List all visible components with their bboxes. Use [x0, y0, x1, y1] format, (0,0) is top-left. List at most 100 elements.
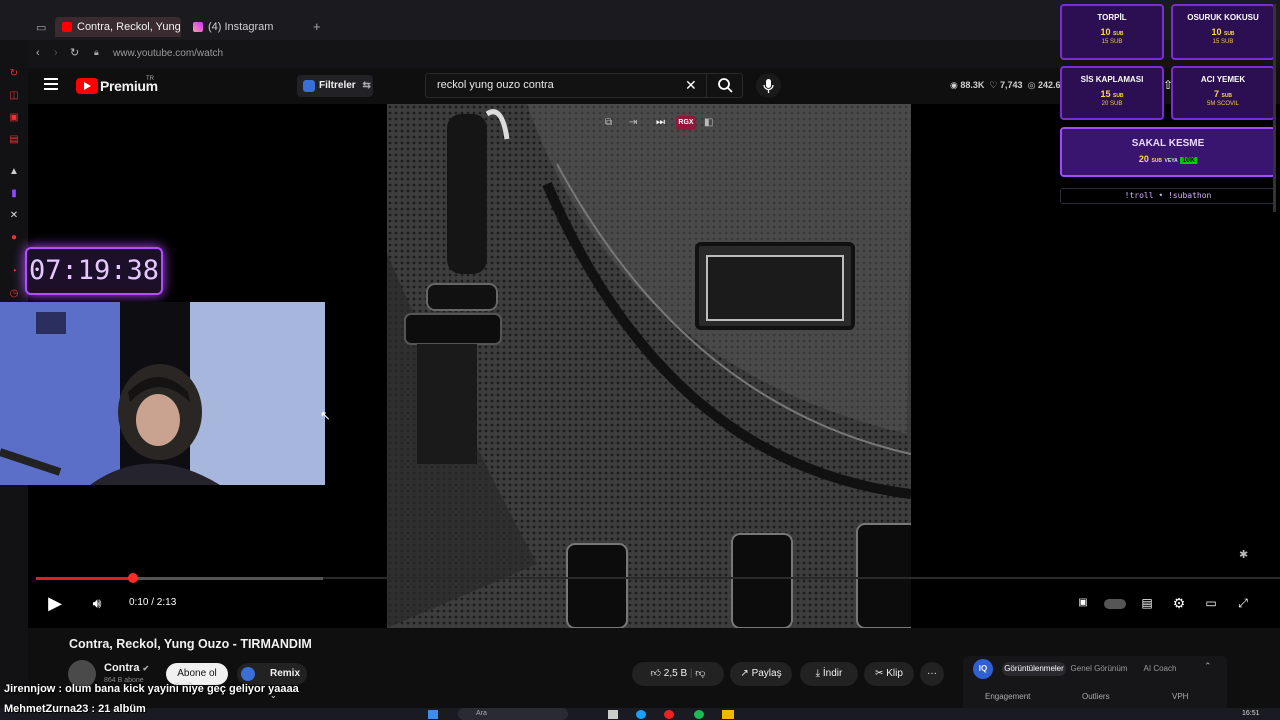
tab-overview-icon[interactable]: ▭ — [36, 21, 46, 34]
progress-handle[interactable] — [127, 573, 138, 583]
sidebar-box-icon[interactable]: ▣ — [8, 112, 20, 124]
tab-youtube[interactable]: Contra, Reckol, Yung — [55, 17, 181, 37]
search-button[interactable] — [706, 73, 743, 98]
chat-user: MehmetZurna23 — [4, 703, 89, 715]
like-icon[interactable]: 👍︎ — [651, 668, 661, 679]
comments-icon: ◎ — [1027, 80, 1036, 90]
sidebar-clock-icon[interactable]: ◷ — [8, 288, 20, 300]
tab-instagram[interactable]: (4) Instagram — [186, 17, 306, 37]
subscribe-button[interactable]: Abone ol — [166, 663, 228, 685]
overlay-card-sis: SİS KAPLAMASI 15 SUB 20 SUB — [1060, 66, 1164, 120]
chevron-up-icon[interactable]: ⌃ — [1204, 661, 1212, 672]
skip-icon[interactable]: ⏭︎ — [656, 117, 665, 128]
clip-label: Klip — [886, 668, 903, 679]
sidebar-record-icon[interactable]: ● — [8, 232, 20, 244]
sidebar-chat-icon[interactable]: ▤ — [8, 134, 20, 146]
card-title: SAKAL KESME — [1131, 138, 1205, 149]
opera-taskbar-icon[interactable] — [664, 710, 674, 719]
chat-text: 21 albüm — [98, 703, 146, 715]
back-icon[interactable]: ‹ — [36, 47, 40, 59]
iq-tab-views[interactable]: Görüntülenmeler — [1002, 662, 1066, 676]
sidebar-bag-icon[interactable]: ◫ — [8, 90, 20, 102]
sidebar-history-icon[interactable]: ◔ — [8, 266, 20, 278]
search-icon — [718, 78, 733, 93]
theater-mode-icon[interactable]: ▭ — [1201, 593, 1221, 613]
filters-button[interactable]: Filtreler ⇆ — [297, 75, 373, 97]
iq-tab-overview[interactable]: Genel Görünüm — [1068, 662, 1130, 676]
card-price: 7 SUB — [1213, 89, 1233, 99]
fullscreen-icon[interactable]: ⤢ — [1233, 593, 1253, 613]
windows-start-icon[interactable] — [428, 710, 438, 719]
edge-icon[interactable] — [636, 710, 646, 719]
lock-icon: 🔒︎ — [94, 47, 99, 57]
clip-button[interactable]: ✂ Klip — [864, 662, 914, 686]
channel-name[interactable]: Contra ✔ — [104, 662, 149, 674]
video-backpack-image — [387, 104, 911, 628]
autoplay-toggle[interactable] — [1104, 599, 1126, 609]
twitch-icon[interactable]: ▮ — [8, 188, 20, 200]
country-code: TR — [146, 76, 154, 82]
iq-tab-ai-coach[interactable]: AI Coach — [1134, 662, 1186, 676]
spotify-icon[interactable] — [694, 710, 704, 719]
remix-button[interactable]: Remix ⌄ — [237, 663, 307, 700]
chat-text: olum bana kick yayini niye geç geliyor y… — [65, 683, 299, 695]
youtube-logo-icon[interactable] — [76, 78, 98, 94]
subtitles-icon[interactable]: ▤ — [1137, 593, 1157, 613]
settings-icon[interactable]: ⚙ — [1169, 593, 1189, 613]
overlay-scrollbar[interactable] — [1273, 4, 1276, 212]
x-icon[interactable]: ✕ — [8, 210, 20, 222]
iq-badge[interactable]: IQ — [973, 659, 993, 679]
play-button[interactable]: ▶ — [45, 593, 65, 613]
iq-player-icon[interactable]: ▣ — [1073, 593, 1093, 613]
chat-message: MehmetZurna23 : 21 albüm — [4, 703, 146, 715]
video-frame[interactable] — [387, 104, 911, 628]
sidebar-toggle-icon[interactable]: ◧ — [704, 117, 713, 128]
verified-icon: ✔ — [142, 664, 150, 673]
new-tab-button[interactable]: + — [313, 19, 321, 34]
iq-header-vph: VPH — [1172, 692, 1189, 701]
taskbar-search[interactable]: Ara — [458, 708, 568, 720]
voice-search-button[interactable] — [756, 73, 781, 98]
card-price: 10 SUB — [1211, 27, 1235, 37]
clock: 16:51 — [1242, 710, 1260, 717]
progress-track-remaining[interactable] — [323, 577, 1280, 579]
pip-icon[interactable]: ⧉ — [605, 117, 612, 128]
share-button[interactable]: ↗ Paylaş — [730, 662, 792, 686]
overlay-card-sakal: SAKAL KESME 20 SUB VEYA 10K — [1060, 127, 1276, 177]
card-sub: 5M SCOVIL — [1206, 101, 1239, 107]
share-icon: ↗ — [740, 668, 749, 679]
rgx-button[interactable]: RGX — [676, 116, 696, 130]
iq-icon — [303, 80, 315, 92]
reload-icon[interactable]: ↻ — [70, 46, 79, 59]
download-icon: ⤓ — [815, 668, 821, 679]
card-title: OSURUK KOKUSU — [1187, 13, 1259, 22]
progress-fill — [36, 577, 133, 580]
sidebar-refresh-icon[interactable]: ↻ — [8, 68, 20, 80]
iq-header-engagement: Engagement — [985, 692, 1031, 701]
folder-icon[interactable] — [722, 710, 734, 719]
filters-label: Filtreler — [319, 80, 356, 91]
more-actions-button[interactable]: ··· — [920, 662, 944, 686]
stream-timer: 07:19:38 — [25, 247, 163, 295]
likes-icon: ♡ — [989, 80, 998, 90]
url-field[interactable]: www.youtube.com/watch — [113, 48, 223, 59]
instagram-favicon-icon — [193, 22, 203, 32]
like-dislike-group[interactable]: 👍︎ 2,5 B | 👎︎ — [632, 662, 724, 686]
overlay-card-torpil: TORPİL 10 SUB 15 SUB — [1060, 4, 1164, 60]
exit-icon[interactable]: ⇥ — [629, 117, 637, 128]
sidebar-app-icon[interactable]: ▲ — [8, 166, 20, 178]
menu-icon[interactable] — [44, 78, 58, 90]
scissors-icon: ✂ — [875, 668, 884, 679]
chat-user: Jirennjow — [4, 683, 56, 695]
dislike-icon[interactable]: 👎︎ — [695, 668, 705, 679]
download-button[interactable]: ⤓ İndir — [800, 662, 858, 686]
forward-icon[interactable]: › — [54, 47, 58, 59]
taskbar-app-icon[interactable] — [608, 710, 618, 719]
card-price: 15 SUB — [1100, 89, 1124, 99]
chat-commands: !troll • !subathon — [1060, 188, 1276, 204]
share-label: Paylaş — [751, 668, 782, 679]
volume-icon[interactable]: 🔊︎ — [87, 593, 107, 613]
clear-search-icon[interactable]: ✕ — [685, 77, 697, 94]
microphone-icon — [763, 79, 774, 93]
card-price: 20 SUB VEYA 10K — [1138, 154, 1198, 164]
